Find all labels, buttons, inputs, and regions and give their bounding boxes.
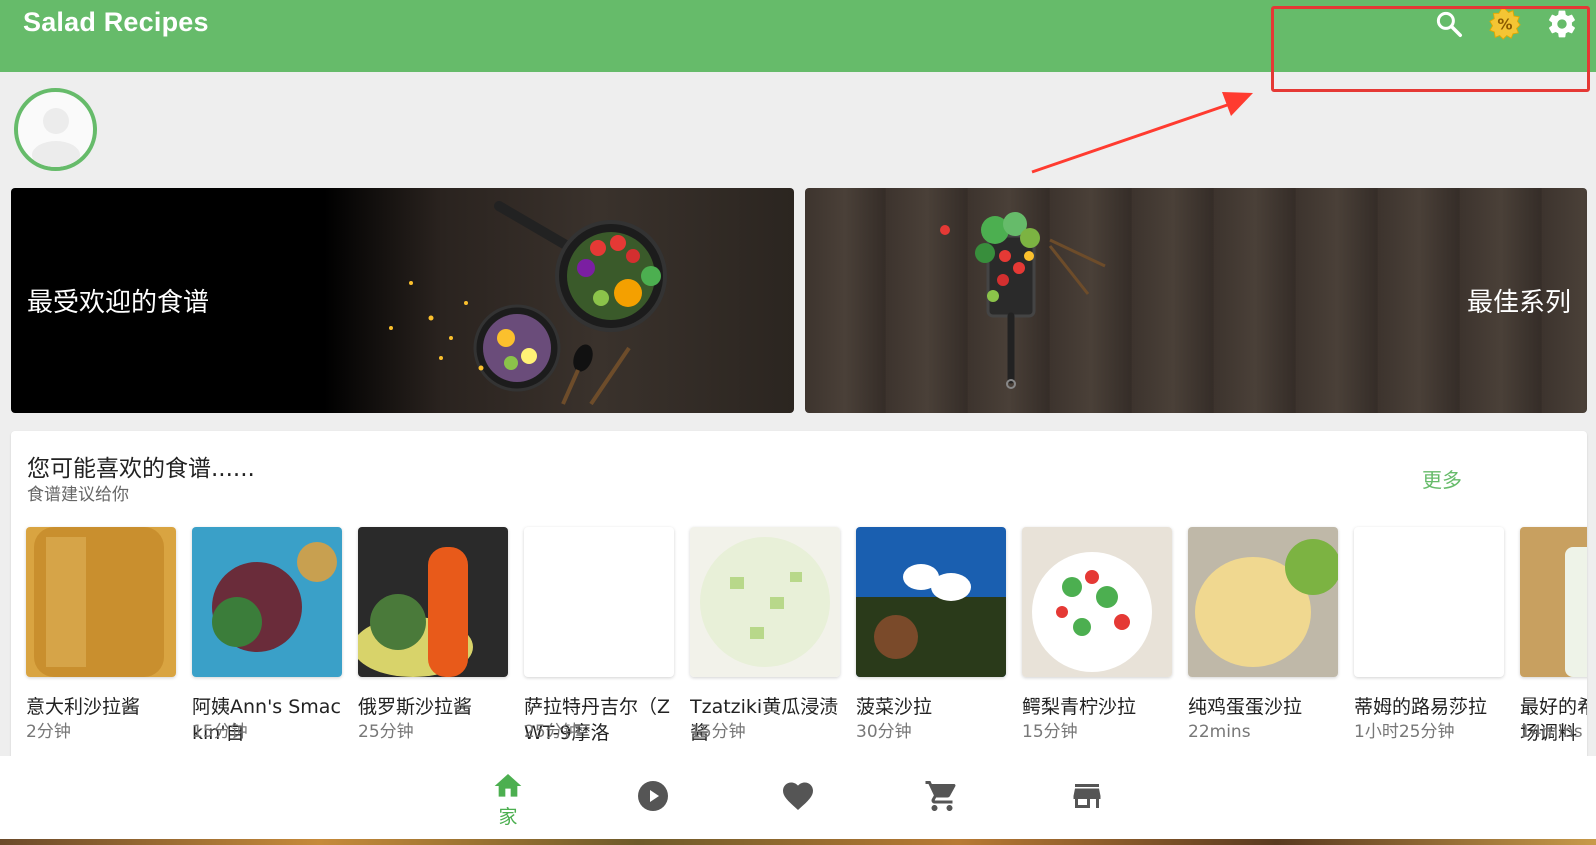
recipe-name: 鳄梨青柠沙拉 [1022, 696, 1137, 718]
popular-recipes-label: 最受欢迎的食谱 [27, 288, 210, 318]
recipe-card[interactable]: 意大利沙拉酱 2分钟 [26, 527, 176, 744]
recipe-card[interactable]: Tzatziki黄瓜浸渍酱 15分钟 [690, 527, 840, 744]
recipe-image [1520, 527, 1587, 677]
recipe-name: 俄罗斯沙拉酱 [358, 696, 473, 718]
nav-favorites[interactable] [768, 778, 828, 838]
nav-videos[interactable] [623, 778, 683, 838]
profile-avatar[interactable] [14, 88, 97, 171]
recipe-time: 2分钟 [26, 722, 71, 742]
recipe-image [524, 527, 674, 677]
recipe-card[interactable]: 蒂姆的路易莎拉 1小时25分钟 [1354, 527, 1504, 744]
heart-icon [783, 782, 813, 811]
store-icon [1073, 784, 1101, 808]
recipe-time: 1小时25分钟 [1354, 722, 1455, 742]
popular-recipes-banner[interactable]: 最受欢迎的食谱 [11, 188, 794, 413]
recipe-image [192, 527, 342, 677]
recipe-card[interactable]: 纯鸡蛋蛋沙拉 22mins [1188, 527, 1338, 744]
recipe-name: 菠菜沙拉 [856, 696, 933, 718]
recipe-image [690, 527, 840, 677]
best-collection-label: 最佳系列 [1466, 288, 1571, 318]
recipe-time: 14mins [1520, 722, 1583, 742]
nav-cart[interactable] [912, 778, 972, 838]
suggestions-title: 您可能喜欢的食谱...... [27, 456, 255, 482]
recipe-image [1022, 527, 1172, 677]
recipe-card[interactable]: 俄罗斯沙拉酱 25分钟 [358, 527, 508, 744]
app-title: Salad Recipes [23, 7, 209, 37]
play-circle-icon [638, 781, 668, 811]
recipe-time: 15分钟 [192, 722, 248, 742]
recipe-image [1354, 527, 1504, 677]
recipe-name: 纯鸡蛋蛋沙拉 [1188, 696, 1303, 718]
recipe-name: 意大利沙拉酱 [26, 696, 141, 718]
cart-icon [925, 781, 956, 811]
suggestions-subtitle: 食谱建议给你 [27, 485, 129, 505]
nav-store[interactable] [1057, 778, 1117, 838]
recipe-card[interactable]: 萨拉特丹吉尔（ZWT-9摩洛 25分钟 [524, 527, 674, 744]
home-icon [494, 774, 522, 797]
person-icon [31, 107, 80, 167]
background-image-strip [0, 839, 1596, 845]
recipe-image [1188, 527, 1338, 677]
recipe-image [856, 527, 1006, 677]
nav-home-label: 家 [498, 806, 518, 828]
best-collection-banner[interactable]: 最佳系列 [805, 188, 1587, 413]
recipe-time: 30分钟 [856, 722, 912, 742]
recipe-list: 意大利沙拉酱 2分钟 阿姨Ann's Smackin'自 15分钟 俄罗斯沙拉酱… [26, 527, 1587, 761]
recipe-image [26, 527, 176, 677]
bottom-navigation: 家 [0, 756, 1596, 845]
recipe-suggestions-card: 您可能喜欢的食谱...... 食谱建议给你 更多 意大利沙拉酱 2分钟 阿姨An… [11, 431, 1587, 761]
nav-home[interactable]: 家 [478, 770, 538, 830]
more-button[interactable]: 更多 [1422, 464, 1462, 493]
annotation-highlight-box [1271, 6, 1590, 92]
recipe-image [358, 527, 508, 677]
recipe-time: 25分钟 [358, 722, 414, 742]
recipe-time: 22mins [1188, 722, 1251, 742]
recipe-card[interactable]: 阿姨Ann's Smackin'自 15分钟 [192, 527, 342, 744]
recipe-card[interactable]: 最好的希腊沙拉场调料 14mins [1520, 527, 1587, 744]
recipe-card[interactable]: 鳄梨青柠沙拉 15分钟 [1022, 527, 1172, 744]
recipe-time: 15分钟 [690, 722, 746, 742]
recipe-card[interactable]: 菠菜沙拉 30分钟 [856, 527, 1006, 744]
recipe-time: 15分钟 [1022, 722, 1078, 742]
